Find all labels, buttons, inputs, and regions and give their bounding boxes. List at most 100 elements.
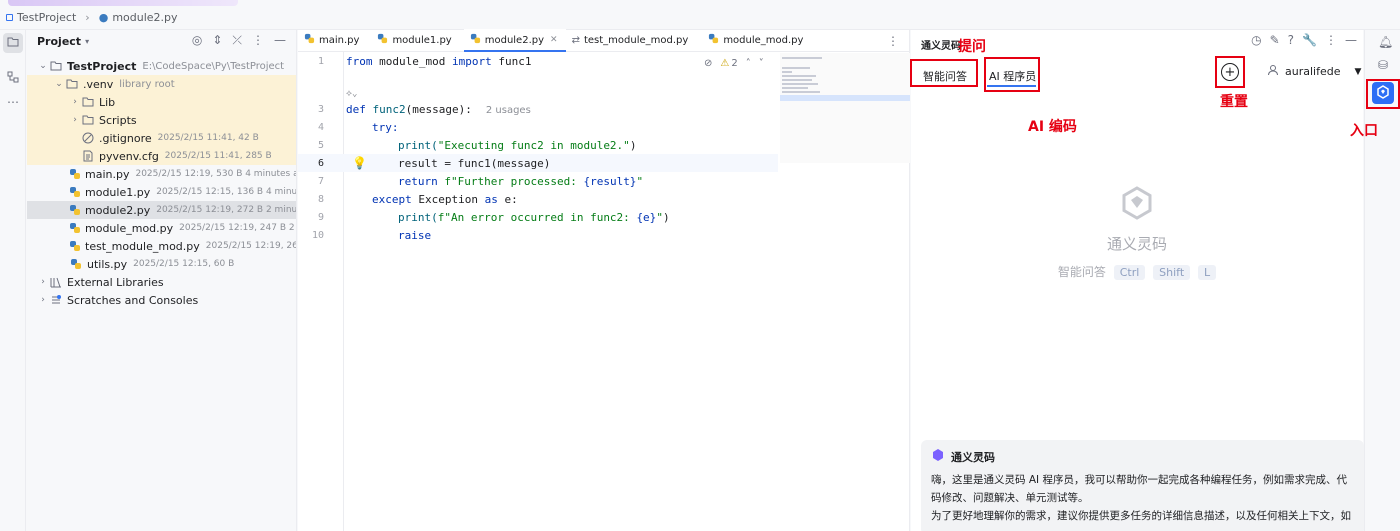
tabs-options-icon[interactable]: ⋮ bbox=[887, 34, 899, 48]
edit-icon[interactable]: ✎ bbox=[1270, 33, 1280, 47]
chevron-down-icon[interactable]: ⌄ bbox=[53, 79, 65, 89]
folder-icon bbox=[65, 78, 79, 90]
settings-wrench-icon[interactable]: 🔧 bbox=[1302, 33, 1317, 47]
caret-down-icon: ▼ bbox=[1354, 66, 1362, 77]
tree-item-venv[interactable]: ⌄ .venv library root bbox=[27, 75, 296, 93]
close-icon[interactable]: ✕ bbox=[550, 35, 558, 45]
tree-label: module_mod.py bbox=[85, 221, 174, 235]
project-panel-actions: ◎ ⇕ ⤫ ⋮ — bbox=[192, 33, 286, 48]
chat-text-line: 嗨，这里是通义灵码 AI 程序员，我可以帮助你一起完成各种编程任务，例如需求完成… bbox=[931, 474, 1347, 486]
line-number: 3 bbox=[317, 103, 324, 115]
top-bar: TestProject › ● module2.py bbox=[0, 0, 1400, 30]
annotation-box-entry bbox=[1366, 79, 1400, 109]
options-icon[interactable]: ⋮ bbox=[252, 33, 264, 48]
folder-icon bbox=[81, 96, 95, 108]
tree-item-module1[interactable]: module1.py 2025/2/15 12:15, 136 B 4 minu… bbox=[27, 183, 297, 201]
chevron-down-icon[interactable]: ⌄ bbox=[37, 61, 49, 71]
locate-icon[interactable]: ◎ bbox=[192, 33, 202, 48]
chevron-down-icon[interactable]: ˅ bbox=[759, 58, 764, 69]
chevron-right-icon[interactable]: › bbox=[69, 97, 81, 107]
tree-label: pyvenv.cfg bbox=[99, 149, 159, 163]
tree-item-module2[interactable]: module2.py 2025/2/15 12:19, 272 B 2 minu… bbox=[27, 201, 296, 219]
tab-main[interactable]: main.py bbox=[298, 29, 367, 51]
chevron-down-icon[interactable]: ▾ bbox=[85, 37, 89, 46]
editor: main.py module1.py module2.py ✕ ⇄ test_m… bbox=[298, 29, 910, 531]
tab-test-module-mod[interactable]: ⇄ test_module_mod.py bbox=[566, 29, 697, 51]
tree-item-utils[interactable]: utils.py 2025/2/15 12:15, 60 B bbox=[27, 255, 296, 273]
tree-meta: library root bbox=[119, 78, 175, 90]
user-icon bbox=[1267, 64, 1279, 79]
tab-module1[interactable]: module1.py bbox=[371, 29, 459, 51]
chat-text-line: 码修改、问题解决、单元测试等。 bbox=[931, 492, 1089, 504]
shortcut-label: 智能问答 bbox=[1057, 265, 1106, 279]
inspection-widget[interactable]: ⊘ ⚠ 2 ˄ ˅ bbox=[704, 58, 764, 69]
tab-label: test_module_mod.py bbox=[583, 34, 689, 46]
ai-assistant-panel: 通义灵码 ◷ ✎ ? 🔧 ⋮ — 智能问答 AI 程序员 + auralifed… bbox=[911, 30, 1364, 531]
usages-hint[interactable]: 2 usages bbox=[486, 105, 531, 116]
python-file-icon bbox=[377, 33, 388, 47]
tree-label: External Libraries bbox=[67, 275, 164, 289]
tree-item-scripts[interactable]: › Scripts bbox=[27, 111, 296, 129]
left-tool-strip: ⋯ bbox=[0, 30, 26, 531]
tree-item-test-module-mod[interactable]: test_module_mod.py 2025/2/15 12:19, 266 … bbox=[27, 237, 296, 255]
tree-label: utils.py bbox=[87, 257, 128, 271]
tree-label: main.py bbox=[85, 167, 130, 181]
project-tree: ⌄ TestProject E:\CodeSpace\Py\TestProjec… bbox=[27, 57, 297, 309]
chevron-right-icon[interactable]: › bbox=[37, 277, 49, 287]
project-tool-button[interactable] bbox=[3, 33, 23, 53]
chevron-right-icon[interactable]: › bbox=[37, 295, 49, 305]
tab-label: module_mod.py bbox=[723, 34, 804, 46]
notifications-icon[interactable]: 🔔︎ bbox=[1378, 35, 1393, 49]
username: auralifede bbox=[1285, 65, 1341, 78]
tree-item-lib[interactable]: › Lib bbox=[27, 93, 296, 111]
tree-label: Lib bbox=[99, 95, 116, 109]
lightbulb-icon[interactable]: 💡 bbox=[352, 156, 367, 170]
ai-hint-row: ⟡⌄ bbox=[298, 88, 778, 100]
breadcrumb-file[interactable]: module2.py bbox=[112, 11, 177, 24]
text-file-icon bbox=[81, 150, 95, 162]
minimize-icon[interactable]: — bbox=[1345, 33, 1357, 47]
tab-module2[interactable]: module2.py ✕ bbox=[463, 29, 566, 52]
tab-module-mod[interactable]: module_mod.py bbox=[702, 29, 811, 51]
tree-item-external-libraries[interactable]: › External Libraries bbox=[27, 273, 296, 291]
tree-item-testproject[interactable]: ⌄ TestProject E:\CodeSpace\Py\TestProjec… bbox=[27, 57, 296, 75]
user-menu[interactable]: auralifede ▼ bbox=[1267, 64, 1361, 79]
breadcrumb-project[interactable]: TestProject bbox=[17, 11, 76, 24]
tree-item-scratches[interactable]: › Scratches and Consoles bbox=[27, 291, 296, 309]
annotation-reset: 重置 bbox=[1220, 94, 1248, 110]
tree-meta: E:\CodeSpace\Py\TestProject bbox=[142, 60, 285, 72]
expand-all-icon[interactable]: ⇕ bbox=[212, 33, 222, 48]
key-ctrl: Ctrl bbox=[1113, 265, 1146, 280]
annotation-entry: 入口 bbox=[1350, 123, 1378, 139]
minimize-icon[interactable]: — bbox=[274, 33, 286, 48]
database-icon[interactable]: ⛁ bbox=[1378, 58, 1388, 72]
tree-item-gitignore[interactable]: .gitignore 2025/2/15 11:41, 42 B bbox=[27, 129, 296, 147]
history-icon[interactable]: ◷ bbox=[1251, 33, 1261, 47]
tree-item-main[interactable]: main.py 2025/2/15 12:19, 530 B 4 minutes… bbox=[27, 165, 296, 183]
folder-icon bbox=[49, 60, 63, 72]
tree-item-pyvenv[interactable]: pyvenv.cfg 2025/2/15 11:41, 285 B bbox=[27, 147, 296, 165]
tongyi-inline-icon[interactable]: ⟡⌄ bbox=[346, 89, 357, 99]
code-line: 9 print(f"An error occurred in func2: {e… bbox=[298, 208, 778, 226]
options-icon[interactable]: ⋮ bbox=[1325, 33, 1337, 47]
help-icon[interactable]: ? bbox=[1288, 33, 1294, 47]
chevron-right-icon[interactable]: › bbox=[69, 115, 81, 125]
tree-meta: 2025/2/15 12:15, 136 B 4 minutes ag bbox=[156, 187, 297, 197]
structure-tool-button[interactable] bbox=[3, 68, 23, 88]
tree-label: Scratches and Consoles bbox=[67, 293, 199, 307]
line-number: 6 bbox=[317, 157, 324, 169]
tree-item-module-mod[interactable]: module_mod.py 2025/2/15 12:19, 247 B 2 m… bbox=[27, 219, 296, 237]
code-line: 3 def func2(message): 2 usages bbox=[298, 100, 778, 118]
minimap[interactable] bbox=[780, 53, 910, 163]
more-tools-button[interactable]: ⋯ bbox=[3, 92, 23, 112]
key-l: L bbox=[1197, 265, 1217, 280]
project-panel-title[interactable]: Project bbox=[37, 35, 81, 48]
code-area[interactable]: 1 from module_mod import func1 ⟡⌄ 3 def … bbox=[298, 52, 778, 244]
eye-off-icon[interactable]: ⊘ bbox=[704, 58, 712, 69]
editor-tabs: main.py module1.py module2.py ✕ ⇄ test_m… bbox=[298, 29, 909, 52]
python-file-icon: ● bbox=[98, 11, 109, 24]
test-file-icon: ⇄ bbox=[571, 34, 580, 46]
inspection-count: 2 bbox=[731, 58, 738, 69]
chevron-up-icon[interactable]: ˄ bbox=[746, 58, 751, 69]
collapse-all-icon[interactable]: ⤫ bbox=[232, 33, 242, 48]
